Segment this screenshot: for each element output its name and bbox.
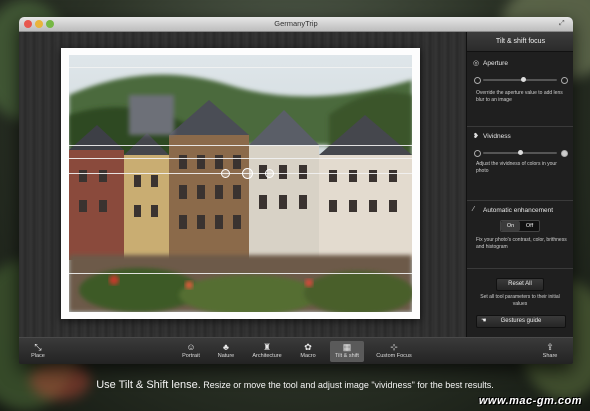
photo-frame xyxy=(61,48,420,319)
window-title: GermanyTrip xyxy=(274,19,318,28)
toggle-off[interactable]: Off xyxy=(520,221,539,231)
hand-icon: ☚ xyxy=(481,318,487,324)
toggle-on[interactable]: On xyxy=(501,221,520,231)
fullscreen-icon[interactable]: ⤢ xyxy=(559,20,567,28)
share-button[interactable]: ⇪ Share xyxy=(533,341,567,362)
aperture-slider[interactable] xyxy=(483,77,557,82)
title-bar: GermanyTrip ⤢ xyxy=(19,17,573,32)
share-icon: ⇪ xyxy=(546,342,554,352)
app-window: GermanyTrip ⤢ Tilt & shift focus ◎ Apert… xyxy=(19,17,573,364)
tool-label: Portrait xyxy=(182,353,200,359)
place-icon: ⤡ xyxy=(34,342,42,352)
aperture-section: ◎ Aperture Override the aperture value t… xyxy=(467,52,573,106)
tool-macro[interactable]: ✿ Macro xyxy=(291,341,325,362)
aperture-title: Aperture xyxy=(483,60,508,67)
gestures-guide-label: Gestures guide xyxy=(500,318,542,324)
aperture-slider-knob[interactable] xyxy=(520,77,526,82)
portrait-icon: ☺ xyxy=(186,342,196,352)
statue-icon: ♜ xyxy=(262,342,272,352)
photo-image[interactable] xyxy=(69,55,412,312)
aperture-icon: ◎ xyxy=(473,60,480,67)
watermark: www.mac-gm.com xyxy=(478,395,582,407)
caption-lead: Use Tilt & Shift lense. xyxy=(96,379,201,391)
tilt-shift-guide-line[interactable] xyxy=(69,273,412,274)
bottom-toolbar: ⤡ Place ☺ Portrait ♣ Nature ♜ Architectu… xyxy=(19,337,573,364)
tool-label: Macro xyxy=(300,353,316,359)
aperture-max-icon xyxy=(561,77,568,84)
tool-label: Nature xyxy=(217,353,235,359)
reset-all-button[interactable]: Reset All xyxy=(496,278,544,291)
custom-focus-icon: ⊹ xyxy=(390,342,398,352)
aperture-description: Override the aperture value to add lens … xyxy=(476,90,563,103)
vividness-slider-knob[interactable] xyxy=(517,150,523,155)
caption-rest: Resize or move the tool and adjust image… xyxy=(203,380,494,390)
tool-nature[interactable]: ♣ Nature xyxy=(209,341,243,362)
magic-wand-icon: ⁄ xyxy=(473,206,475,213)
tool-label: Tilt & shift xyxy=(335,353,359,359)
promo-caption: Use Tilt & Shift lense. Resize or move t… xyxy=(0,379,590,391)
tool-portrait[interactable]: ☺ Portrait xyxy=(174,341,208,362)
tilt-shift-guide-line[interactable] xyxy=(69,67,412,68)
place-button[interactable]: ⤡ Place xyxy=(21,341,55,362)
tilt-shift-handle-right[interactable] xyxy=(265,169,274,178)
aperture-min-icon xyxy=(474,77,481,84)
auto-enhance-title: Automatic enhancement xyxy=(483,207,554,214)
vividness-description: Adjust the vividness of colors in your p… xyxy=(476,161,557,174)
auto-enhance-description: Fix your photo's contrast, color, brithn… xyxy=(476,237,567,250)
vividness-section: ❥ Vividness Adjust the vividness of colo… xyxy=(467,126,573,187)
tilt-shift-guide-line[interactable] xyxy=(69,173,412,174)
flower-icon: ✿ xyxy=(304,342,312,352)
tree-icon: ♣ xyxy=(223,342,229,352)
auto-enhance-toggle[interactable]: On Off xyxy=(500,220,540,232)
share-label: Share xyxy=(542,353,558,359)
vividness-slider[interactable] xyxy=(483,150,557,155)
reset-section: Reset All Set all tool parameters to the… xyxy=(467,268,573,315)
auto-enhance-section: ⁄ Automatic enhancement On Off Fix your … xyxy=(467,200,573,265)
tilt-shift-icon: ▦ xyxy=(342,342,352,352)
vividness-max-icon xyxy=(561,150,568,157)
tool-label: Custom Focus xyxy=(376,353,412,359)
tool-architecture[interactable]: ♜ Architecture xyxy=(247,341,287,362)
tilt-shift-handle-left[interactable] xyxy=(221,169,230,178)
drop-icon: ❥ xyxy=(473,133,479,140)
adjustment-panel: Tilt & shift focus ◎ Aperture Override t… xyxy=(466,32,573,337)
vividness-min-icon xyxy=(474,150,481,157)
gestures-guide-button[interactable]: ☚ Gestures guide xyxy=(476,315,566,328)
tool-custom-focus[interactable]: ⊹ Custom Focus xyxy=(372,341,416,362)
tool-label: Architecture xyxy=(252,353,282,359)
reset-description: Set all tool parameters to their initial… xyxy=(480,294,560,307)
tilt-shift-center-handle[interactable] xyxy=(242,168,253,179)
photo-canvas xyxy=(19,32,466,337)
place-label: Place xyxy=(31,353,45,359)
tool-tilt-shift[interactable]: ▦ Tilt & shift xyxy=(330,341,364,362)
tilt-shift-guide-line[interactable] xyxy=(69,158,412,159)
tilt-shift-guide-line[interactable] xyxy=(69,145,412,146)
vividness-title: Vividness xyxy=(483,133,511,140)
panel-title: Tilt & shift focus xyxy=(467,32,573,52)
